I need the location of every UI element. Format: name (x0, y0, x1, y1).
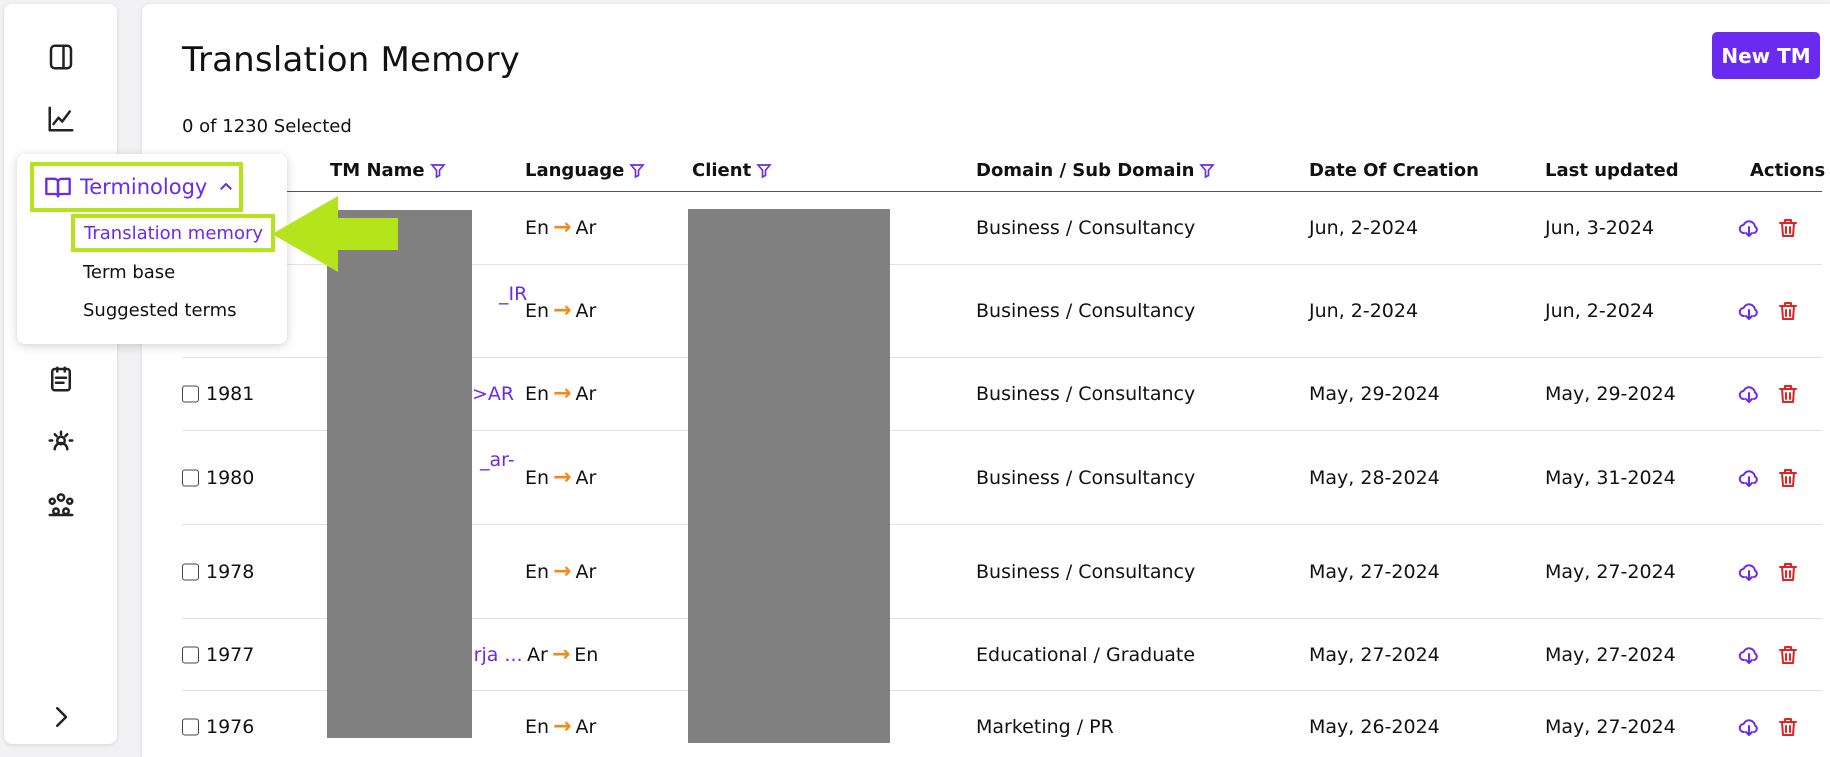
domain-cell: Business / Consultancy (976, 300, 1196, 322)
sidebar (4, 4, 117, 744)
trash-icon[interactable] (1776, 560, 1800, 584)
domain-cell: Business / Consultancy (976, 466, 1196, 489)
language-pair: En → Ar (525, 381, 597, 406)
selected-count: 0 of 1230 Selected (182, 116, 352, 137)
header-last-updated[interactable]: Last updated (1545, 160, 1679, 181)
language-pair: En → Ar (525, 298, 597, 323)
arrow-right-icon: → (553, 381, 572, 406)
filter-icon[interactable] (429, 162, 447, 180)
domain-cell: Business / Consultancy (976, 383, 1196, 405)
trash-icon[interactable] (1776, 299, 1800, 323)
updated-cell: May, 27-2024 (1545, 716, 1676, 738)
cloud-download-icon[interactable] (1737, 715, 1761, 739)
menu-item-term-base[interactable]: Term base (83, 262, 175, 283)
menu-item-translation-memory[interactable]: Translation memory (71, 214, 275, 252)
arrow-right-icon: → (553, 298, 572, 323)
arrow-right-icon: → (553, 714, 572, 739)
header-actions: Actions (1750, 160, 1826, 181)
arrow-right-icon: → (551, 641, 571, 667)
tm-name-link[interactable]: _ar- (480, 449, 515, 471)
tm-name-link[interactable]: _IR (499, 283, 527, 305)
header-tm-name[interactable]: TM Name (330, 160, 447, 181)
domain-cell: Business / Consultancy (976, 217, 1196, 239)
row-id: 1980 (206, 466, 255, 489)
menu-item-suggested-terms[interactable]: Suggested terms (83, 300, 237, 321)
row-id: 1976 (206, 716, 255, 738)
arrow-right-icon: → (553, 558, 572, 584)
created-cell: May, 27-2024 (1309, 560, 1440, 583)
created-cell: May, 28-2024 (1309, 466, 1440, 489)
row-checkbox[interactable] (182, 469, 199, 486)
chevron-up-icon (220, 183, 233, 190)
language-pair: En → Ar (525, 714, 597, 739)
domain-cell: Educational / Graduate (976, 643, 1196, 666)
updated-cell: May, 31-2024 (1545, 466, 1676, 489)
cloud-download-icon[interactable] (1737, 299, 1761, 323)
chart-line-icon[interactable] (44, 102, 78, 136)
created-cell: Jun, 2-2024 (1309, 217, 1419, 239)
new-tm-button[interactable]: New TM (1712, 32, 1820, 79)
header-date-created[interactable]: Date Of Creation (1309, 160, 1479, 181)
team-icon[interactable] (44, 488, 78, 522)
page-title: Translation Memory (182, 40, 520, 80)
trash-icon[interactable] (1776, 216, 1800, 240)
trash-icon[interactable] (1776, 382, 1800, 406)
cloud-download-icon[interactable] (1737, 216, 1761, 240)
language-pair: Ar → En (527, 641, 599, 667)
row-checkbox[interactable] (182, 718, 199, 736)
trash-icon[interactable] (1776, 466, 1800, 490)
arrow-right-icon: → (553, 464, 572, 490)
cloud-download-icon[interactable] (1737, 643, 1761, 667)
filter-icon[interactable] (628, 162, 646, 180)
cloud-download-icon[interactable] (1737, 560, 1761, 584)
domain-cell: Business / Consultancy (976, 560, 1196, 583)
language-pair: En → Ar (525, 558, 597, 584)
redacted-clients (688, 209, 890, 743)
updated-cell: May, 27-2024 (1545, 560, 1676, 583)
row-checkbox[interactable] (182, 563, 199, 580)
created-cell: Jun, 2-2024 (1309, 300, 1419, 322)
tm-name-link[interactable]: >AR (472, 383, 514, 405)
terminology-toggle[interactable]: Terminology (30, 162, 243, 212)
updated-cell: May, 27-2024 (1545, 643, 1676, 666)
language-pair: En → Ar (525, 464, 597, 490)
clipboard-icon[interactable] (44, 362, 78, 396)
domain-cell: Marketing / PR (976, 716, 1114, 738)
created-cell: May, 29-2024 (1309, 383, 1440, 405)
language-pair: En → Ar (525, 215, 597, 240)
arrow-right-icon: → (553, 215, 572, 240)
filter-icon[interactable] (755, 162, 773, 180)
cloud-download-icon[interactable] (1737, 466, 1761, 490)
created-cell: May, 26-2024 (1309, 716, 1440, 738)
row-id: 1978 (206, 560, 255, 583)
row-checkbox[interactable] (182, 646, 199, 663)
created-cell: May, 27-2024 (1309, 643, 1440, 666)
header-language[interactable]: Language (525, 160, 646, 181)
row-checkbox[interactable] (182, 385, 199, 403)
chevron-right-icon[interactable] (44, 700, 78, 734)
row-id: 1981 (206, 383, 255, 405)
cloud-download-icon[interactable] (1737, 382, 1761, 406)
trash-icon[interactable] (1776, 643, 1800, 667)
annotation-arrow-icon (272, 196, 398, 272)
table-header: TM Name Language Client Domain / Sub Dom… (182, 154, 1826, 192)
updated-cell: Jun, 3-2024 (1545, 217, 1655, 239)
header-client[interactable]: Client (692, 160, 773, 181)
terminology-label: Terminology (80, 175, 208, 199)
trash-icon[interactable] (1776, 715, 1800, 739)
updated-cell: Jun, 2-2024 (1545, 300, 1655, 322)
terminology-menu: Terminology Translation memory Term base… (17, 154, 287, 344)
panel-toggle-icon[interactable] (44, 40, 78, 74)
header-domain[interactable]: Domain / Sub Domain (976, 160, 1216, 181)
redacted-tm-names (327, 210, 472, 738)
updated-cell: May, 29-2024 (1545, 383, 1676, 405)
row-id: 1977 (206, 643, 255, 666)
brain-settings-icon[interactable] (44, 426, 78, 460)
main-panel: Translation Memory New TM 0 of 1230 Sele… (142, 4, 1830, 757)
filter-icon[interactable] (1198, 162, 1216, 180)
book-open-icon (45, 177, 71, 198)
